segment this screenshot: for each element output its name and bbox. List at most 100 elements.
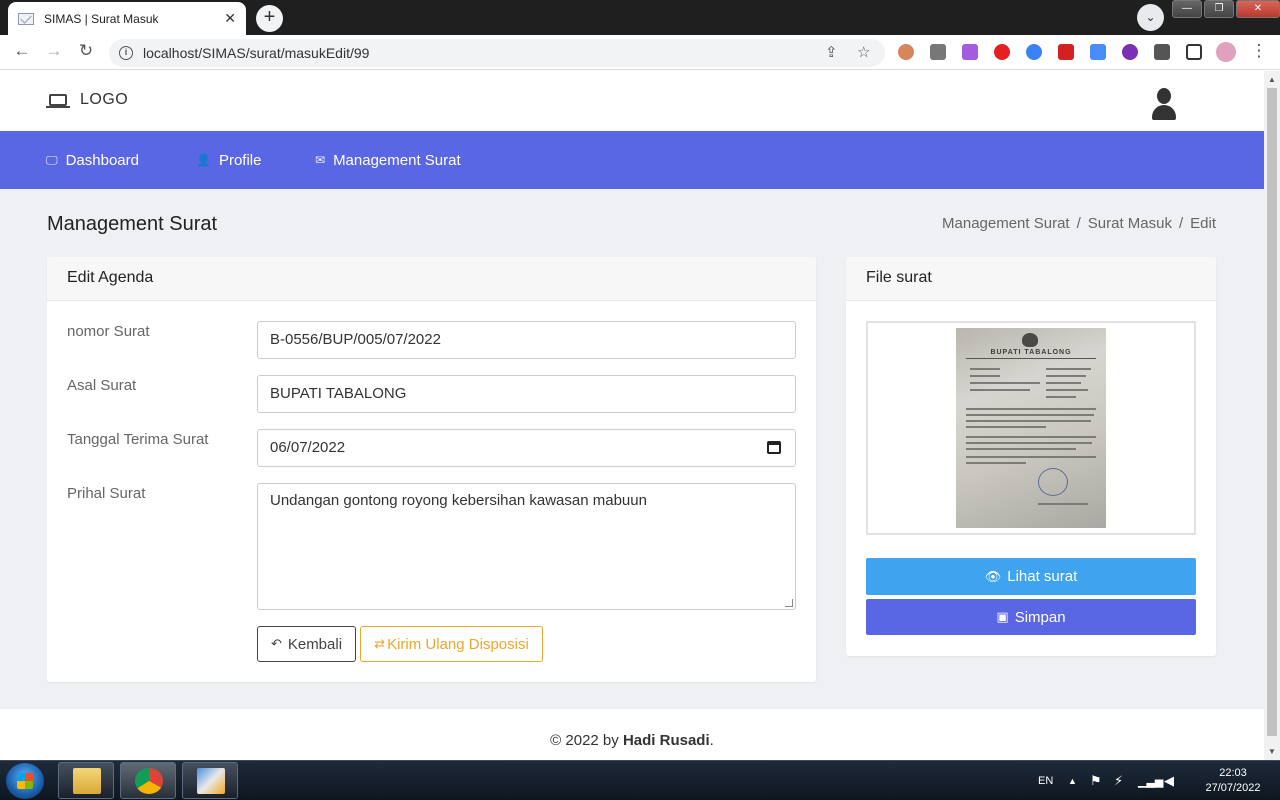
puzzle-extensions-icon[interactable]: [1154, 44, 1170, 60]
undo-arrow-icon: ↶: [270, 636, 282, 651]
nav-item-profile[interactable]: 👤 Profile: [196, 131, 261, 189]
bookmark-star-icon[interactable]: ☆: [857, 39, 870, 67]
top-header: LOGO: [0, 71, 1264, 131]
browser-tab[interactable]: SIMAS | Surat Masuk ✕: [8, 2, 246, 35]
resend-disposition-button[interactable]: ⇄ Kirim Ulang Disposisi: [360, 626, 543, 662]
tab-close-icon[interactable]: ✕: [224, 10, 236, 27]
footer-author: Hadi Rusadi: [622, 732, 710, 749]
tanggal-label: Tanggal Terima Surat: [67, 431, 209, 448]
logo[interactable]: LOGO: [46, 91, 128, 109]
nav-item-dashboard[interactable]: 🖵 Dashboard: [46, 131, 139, 189]
window-controls: — ❐ ✕: [1170, 0, 1280, 18]
nav-item-management-surat[interactable]: ✉ Management Surat: [315, 131, 461, 189]
calendar-icon[interactable]: [767, 441, 781, 454]
file-surat-card: File surat BUPATI TABALONG 👁 Lihat surat…: [846, 257, 1216, 656]
eye-icon: 👁: [984, 568, 1002, 584]
resize-handle-icon[interactable]: [785, 599, 793, 607]
back-arrow-icon[interactable]: ←: [11, 41, 33, 61]
scroll-down-icon[interactable]: ▼: [1268, 747, 1276, 756]
nav-item-label: Management Surat: [333, 151, 461, 169]
sidepanel-icon[interactable]: [1186, 44, 1202, 60]
asal-label: Asal Surat: [67, 377, 137, 394]
footer-prefix: © 2022 by: [550, 732, 623, 749]
resend-label: Kirim Ulang Disposisi: [387, 635, 529, 653]
scrollbar-thumb[interactable]: [1267, 88, 1277, 736]
extension-icon[interactable]: [1122, 44, 1138, 60]
asal-surat-input[interactable]: BUPATI TABALONG: [257, 375, 796, 413]
user-icon: 👤: [196, 153, 211, 167]
forward-arrow-icon[interactable]: →: [43, 41, 65, 61]
url-text: localhost/SIMAS/surat/masukEdit/99: [143, 45, 370, 61]
main-navigation: 🖵 Dashboard 👤 Profile ✉ Management Surat: [0, 131, 1264, 189]
profile-avatar-icon[interactable]: [1216, 42, 1236, 62]
view-label: Lihat surat: [1007, 568, 1078, 585]
mail-icon: ✉: [315, 153, 326, 167]
textarea-value: Undangan gontong royong kebersihan kawas…: [270, 492, 647, 509]
mail-favicon-icon: [18, 12, 34, 25]
folder-icon: [73, 768, 101, 794]
network-icon[interactable]: ▁▃▅: [1138, 761, 1163, 800]
prihal-surat-textarea[interactable]: Undangan gontong royong kebersihan kawas…: [257, 483, 796, 610]
address-bar[interactable]: i localhost/SIMAS/surat/masukEdit/99 ⇪ ☆: [109, 39, 885, 67]
chrome-icon: [135, 768, 163, 794]
page-scrollbar[interactable]: ▲ ▼: [1264, 71, 1280, 760]
minimize-button[interactable]: —: [1172, 0, 1202, 18]
laptop-icon: [46, 94, 70, 108]
taskbar-chrome[interactable]: [120, 762, 176, 799]
info-icon[interactable]: i: [119, 46, 133, 60]
eyedropper-extension-icon[interactable]: [930, 44, 946, 60]
menu-dots-icon[interactable]: ⋮: [1248, 41, 1270, 61]
repeat-icon: ⇄: [374, 636, 386, 651]
page: LOGO 🖵 Dashboard 👤 Profile ✉ Management …: [0, 71, 1264, 760]
breadcrumb-link-management[interactable]: Management Surat: [942, 215, 1070, 232]
tanggal-terima-date-input[interactable]: 06/07/2022: [257, 429, 796, 467]
tray-expand-icon[interactable]: ▲: [1068, 761, 1077, 800]
scroll-up-icon[interactable]: ▲: [1268, 75, 1276, 84]
taskbar-explorer[interactable]: [58, 762, 114, 799]
browser-toolbar: ← → ↻ i localhost/SIMAS/surat/masukEdit/…: [0, 35, 1280, 70]
new-tab-button[interactable]: +: [256, 5, 283, 32]
card-title: Edit Agenda: [47, 257, 816, 301]
flag-icon[interactable]: ⚑: [1090, 761, 1102, 800]
maximize-button[interactable]: ❐: [1204, 0, 1234, 18]
save-label: Simpan: [1014, 608, 1066, 626]
tab-search-icon[interactable]: ⌄: [1137, 4, 1164, 31]
clock-time: 22:03: [1219, 767, 1247, 779]
user-avatar-icon[interactable]: [1152, 88, 1176, 120]
stamp-seal-icon: [1038, 468, 1068, 496]
windows-taskbar: EN ▲ ⚑ ⚡ ▁▃▅ ◀ 22:03 27/07/2022: [0, 760, 1280, 800]
language-indicator[interactable]: EN: [1038, 761, 1053, 800]
taskbar-app[interactable]: [182, 762, 238, 799]
breadcrumb-link-surat-masuk[interactable]: Surat Masuk: [1088, 215, 1172, 232]
close-window-button[interactable]: ✕: [1236, 0, 1280, 18]
tab-title: SIMAS | Surat Masuk: [44, 11, 159, 26]
volume-icon[interactable]: ◀: [1164, 761, 1174, 800]
page-title: Management Surat: [47, 213, 218, 235]
back-button[interactable]: ↶ Kembali: [257, 626, 356, 662]
opera-extension-icon[interactable]: [994, 44, 1010, 60]
save-button[interactable]: ▣ Simpan: [866, 599, 1196, 635]
system-clock[interactable]: 22:03 27/07/2022: [1196, 766, 1270, 796]
clock-date: 27/07/2022: [1205, 782, 1261, 794]
power-icon[interactable]: ⚡: [1114, 761, 1123, 800]
footer-suffix: .: [709, 732, 714, 749]
docs-extension-icon[interactable]: [1090, 44, 1106, 60]
view-letter-button[interactable]: 👁 Lihat surat: [866, 558, 1196, 595]
share-icon[interactable]: ⇪: [825, 39, 838, 67]
back-label: Kembali: [287, 635, 343, 653]
extension-icon[interactable]: [1058, 44, 1074, 60]
translate-extension-icon[interactable]: [1026, 44, 1042, 60]
floppy-disk-icon: ▣: [996, 609, 1009, 624]
extension-icon[interactable]: [962, 44, 978, 60]
browser-tab-strip: SIMAS | Surat Masuk ✕ + ⌄ — ❐ ✕: [0, 0, 1280, 35]
breadcrumb: Management Surat / Surat Masuk / Edit: [942, 215, 1216, 232]
nav-item-label: Profile: [218, 151, 262, 169]
reload-icon[interactable]: ↻: [75, 41, 97, 61]
extension-icon[interactable]: [898, 44, 914, 60]
nomor-surat-input[interactable]: B-0556/BUP/005/07/2022: [257, 321, 796, 359]
date-value: 06/07/2022: [270, 439, 346, 456]
letter-preview[interactable]: BUPATI TABALONG: [866, 321, 1196, 535]
letter-heading: BUPATI TABALONG: [990, 349, 1072, 356]
start-button[interactable]: [6, 763, 44, 799]
card-title: File surat: [846, 257, 1216, 301]
